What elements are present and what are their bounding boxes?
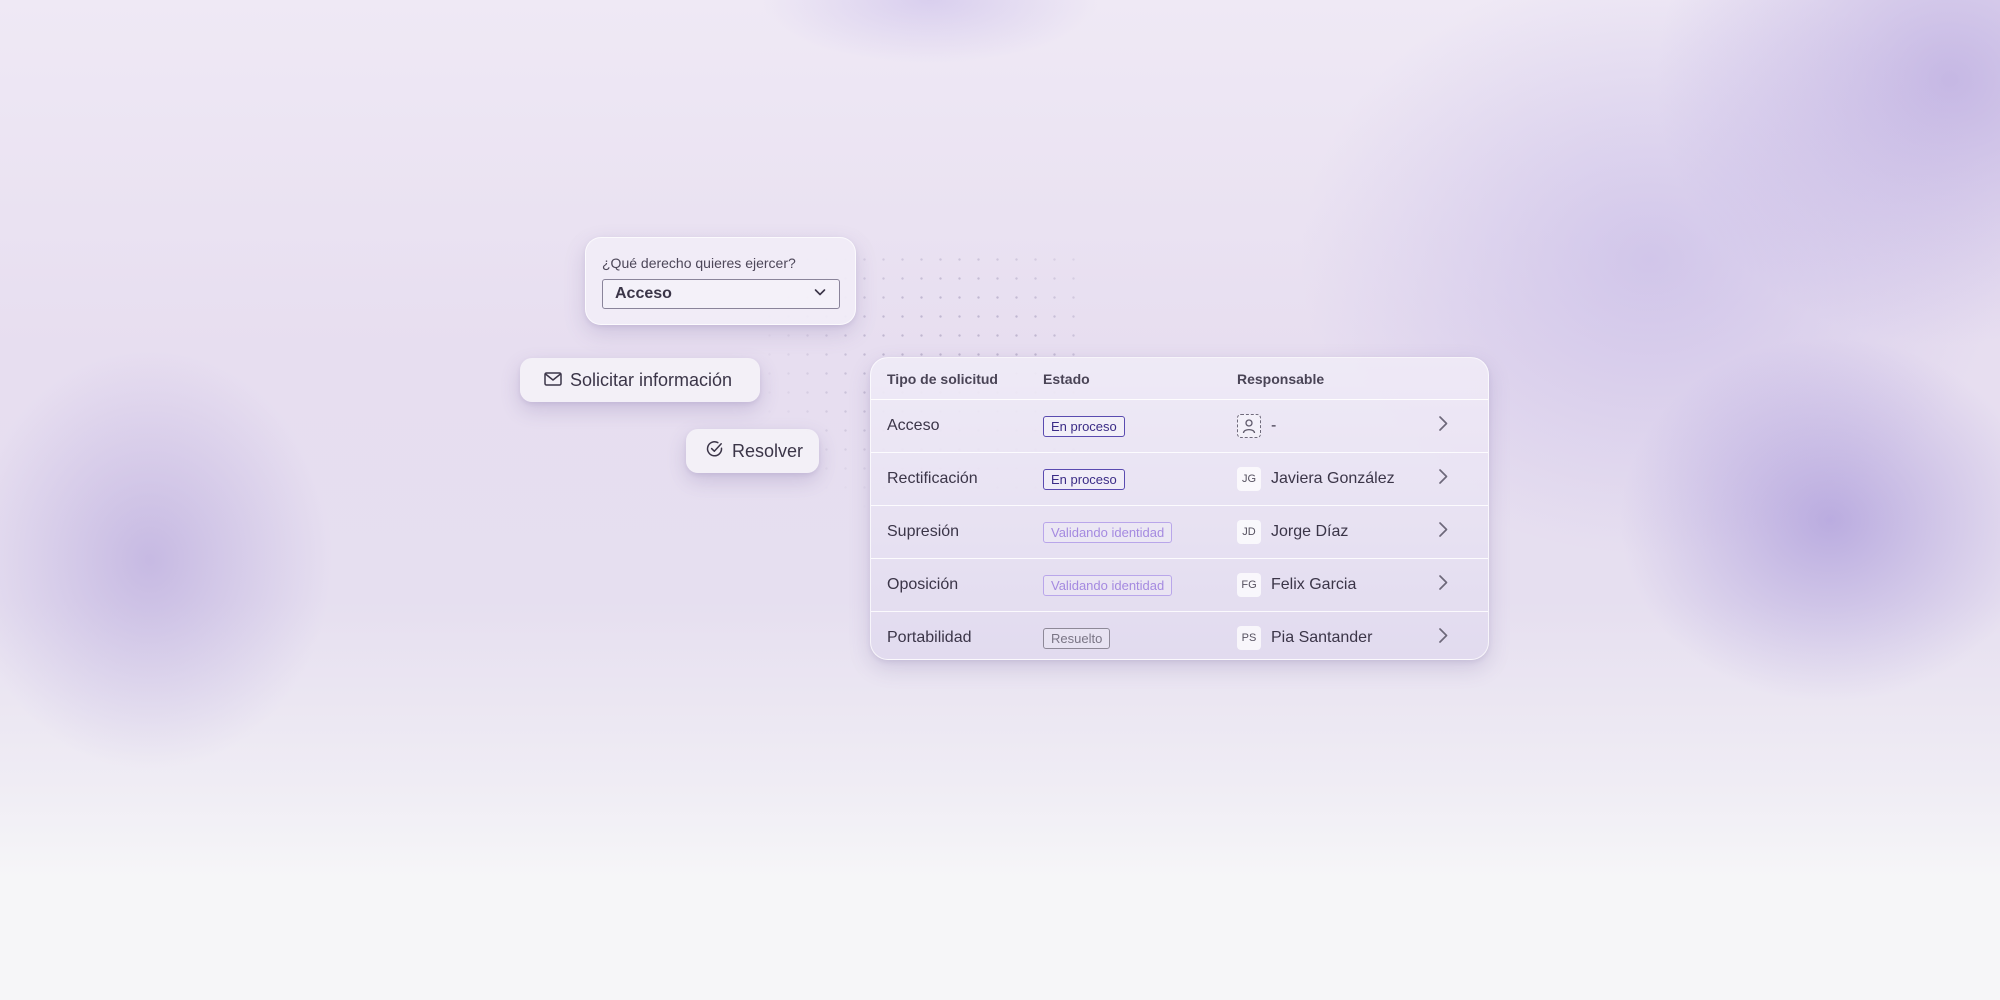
assignee-name: Felix Garcia [1271,576,1357,593]
right-type-select[interactable]: Acceso [602,279,840,309]
request-info-button[interactable]: Solicitar información [520,358,760,402]
avatar: JG [1237,467,1261,491]
chevron-right-icon[interactable] [1437,521,1449,544]
assignee-name: Pia Santander [1271,629,1373,646]
request-type: Oposición [887,576,959,593]
avatar: PS [1237,626,1261,650]
chevron-right-icon[interactable] [1437,627,1449,650]
table-row[interactable]: Supresión Validando identidad JD Jorge D… [871,506,1488,559]
chevron-right-icon[interactable] [1437,574,1449,597]
column-header-type: Tipo de solicitud [887,370,998,387]
request-type: Acceso [887,417,940,434]
request-info-label: Solicitar información [570,369,733,390]
chevron-right-icon[interactable] [1437,468,1449,491]
resolve-label: Resolver [732,440,804,461]
chevron-right-icon[interactable] [1437,415,1449,438]
assignee: JG Javiera González [1237,467,1395,491]
resolve-button[interactable]: Resolver [686,429,819,473]
status-badge: Validando identidad [1043,574,1173,596]
column-header-status: Estado [1043,370,1090,387]
assignee-name: Jorge Díaz [1271,523,1349,540]
check-circle-icon [706,440,724,463]
assignee-name: Javiera González [1271,470,1395,487]
status-badge: En proceso [1043,468,1125,490]
right-type-select-value: Acceso [615,285,672,302]
table-row[interactable]: Oposición Validando identidad FG Felix G… [871,559,1488,612]
table-header: Tipo de solicitud Estado Responsable [871,358,1488,400]
assignee: FG Felix Garcia [1237,573,1356,597]
user-placeholder-icon [1237,414,1261,438]
assignee: - [1237,414,1276,438]
status-badge: En proceso [1043,415,1125,437]
table-row[interactable]: Portabilidad Resuelto PS Pia Santander [871,612,1488,659]
avatar: FG [1237,573,1261,597]
avatar: JD [1237,520,1261,544]
assignee: PS Pia Santander [1237,626,1372,650]
mail-icon [544,370,562,391]
request-type: Supresión [887,523,960,540]
status-badge: Validando identidad [1043,521,1173,543]
column-header-assignee: Responsable [1237,370,1325,387]
assignee-name: - [1271,417,1277,434]
chevron-down-icon [813,285,827,304]
right-question-label: ¿Qué derecho quieres ejercer? [602,255,796,271]
request-type: Portabilidad [887,629,972,646]
table-row[interactable]: Acceso En proceso - [871,400,1488,453]
requests-table: Tipo de solicitud Estado Responsable Acc… [870,357,1489,660]
status-badge: Resuelto [1043,627,1111,649]
request-type: Rectificación [887,470,978,487]
table-row[interactable]: Rectificación En proceso JG Javiera Gonz… [871,453,1488,506]
assignee: JD Jorge Díaz [1237,520,1348,544]
right-selector-card: ¿Qué derecho quieres ejercer? Acceso [585,237,856,325]
